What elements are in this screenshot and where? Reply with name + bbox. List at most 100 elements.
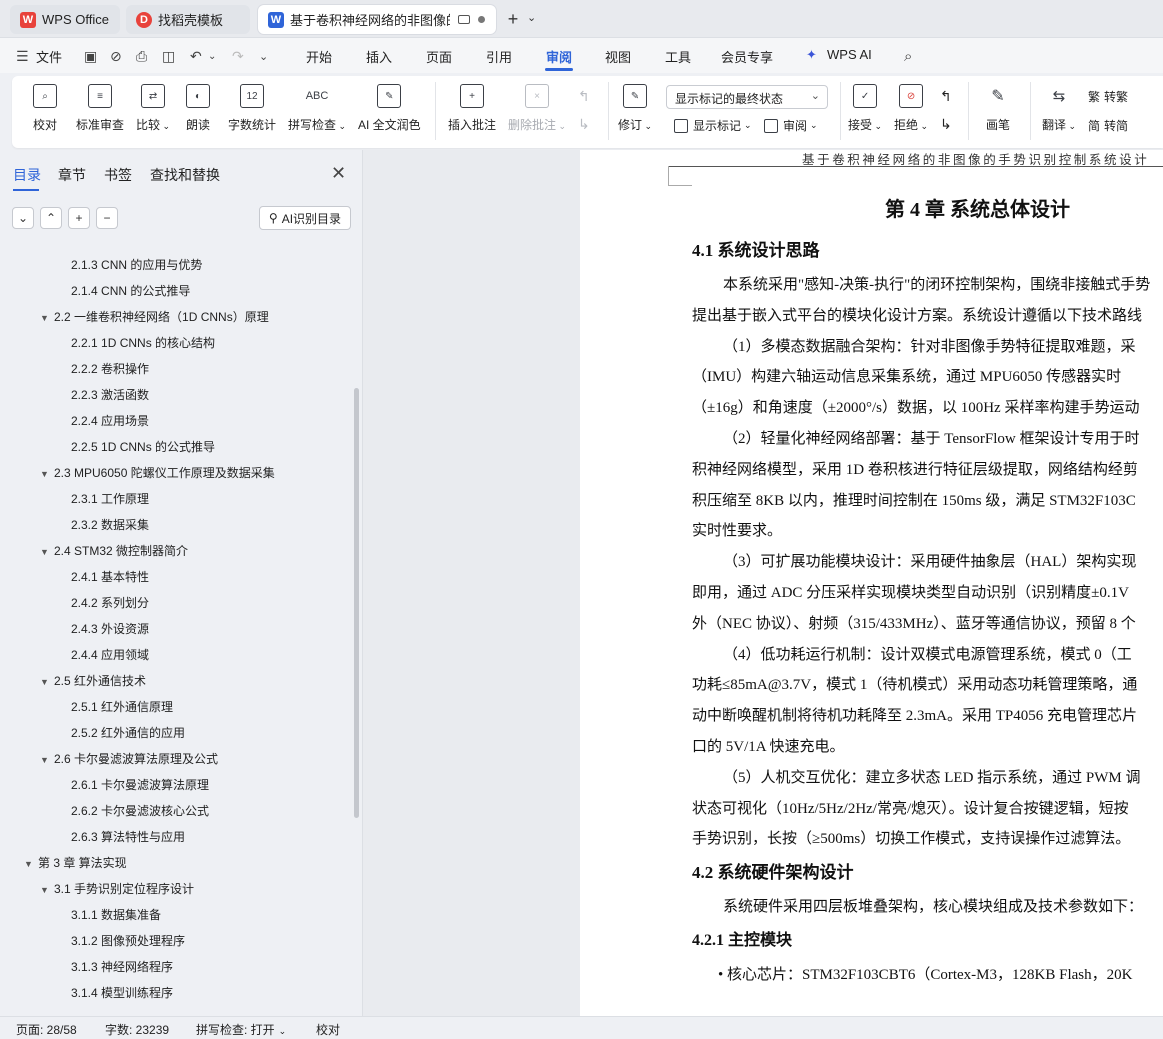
standard-review-button[interactable]: ≡ 标准审查 bbox=[76, 84, 124, 133]
toc-item[interactable]: 2.1.4 CNN 的公式推导 bbox=[71, 278, 190, 304]
document-page[interactable]: 基于卷积神经网络的非图像的手势识别控制系统设计 第 4 章 系统总体设计 4.1… bbox=[580, 150, 1163, 1016]
page-indicator[interactable]: 页面: 28/58 bbox=[16, 1021, 77, 1038]
menu-tools[interactable]: 工具 bbox=[665, 47, 691, 66]
toc-item[interactable]: 2.4.2 系列划分 bbox=[71, 590, 149, 616]
toc-item[interactable]: 3.1.4 模型训练程序 bbox=[71, 980, 173, 1006]
add-heading-button[interactable]: + bbox=[68, 207, 90, 229]
expand-caret-icon[interactable]: ▼ bbox=[40, 877, 54, 903]
link-icon[interactable]: ⊘ bbox=[110, 48, 122, 65]
toc-item[interactable]: 2.6.2 卡尔曼滤波核心公式 bbox=[71, 798, 209, 824]
toc-item[interactable]: 2.2.5 1D CNNs 的公式推导 bbox=[71, 434, 215, 460]
pen-button[interactable]: ✎ 画笔 bbox=[986, 84, 1010, 133]
toc-item[interactable]: ▼ 2.4 STM32 微控制器简介 bbox=[40, 538, 188, 564]
tab-find-replace[interactable]: 查找和替换 bbox=[150, 165, 220, 185]
markup-display-select[interactable]: 显示标记的最终状态 ⌄ bbox=[666, 85, 828, 109]
tab-toc[interactable]: 目录 bbox=[13, 165, 41, 185]
spell-check-status[interactable]: 拼写检查: 打开 ⌄ bbox=[196, 1021, 286, 1038]
delete-comment-button[interactable]: × 删除批注 ⌄ bbox=[508, 84, 566, 133]
toc-item[interactable]: 2.3.2 数据采集 bbox=[71, 512, 149, 538]
show-markup-button[interactable]: 显示标记 ⌄ bbox=[674, 117, 752, 134]
spell-check-button[interactable]: ABC 拼写检查 ⌄ bbox=[288, 84, 346, 133]
unsaved-dot-icon[interactable] bbox=[478, 16, 485, 23]
undo-icon[interactable]: ↶ bbox=[190, 48, 202, 65]
toc-item[interactable]: ▼ 2.3 MPU6050 陀螺仪工作原理及数据采集 bbox=[40, 460, 275, 486]
word-count-status[interactable]: 字数: 23239 bbox=[105, 1021, 169, 1038]
to-traditional-button[interactable]: 繁 转繁 bbox=[1088, 88, 1128, 105]
collapse-all-button[interactable]: ⌄ bbox=[12, 207, 34, 229]
read-aloud-button[interactable]: ◐ 朗读 bbox=[186, 84, 210, 133]
toc-item[interactable]: 2.2.1 1D CNNs 的核心结构 bbox=[71, 330, 215, 356]
next-comment-icon[interactable]: ↳ bbox=[578, 116, 590, 133]
menu-insert[interactable]: 插入 bbox=[366, 47, 392, 66]
word-count-button[interactable]: 12 字数统计 bbox=[228, 84, 276, 133]
toc-item[interactable]: 2.5.1 红外通信原理 bbox=[71, 694, 173, 720]
toc-item[interactable]: 2.1.3 CNN 的应用与优势 bbox=[71, 252, 202, 278]
menu-membership[interactable]: 会员专享 bbox=[721, 47, 773, 66]
next-change-icon[interactable]: ↳ bbox=[940, 116, 952, 133]
more-dropdown-icon[interactable]: ⌄ bbox=[259, 50, 268, 63]
toc-item[interactable]: 2.2.2 卷积操作 bbox=[71, 356, 149, 382]
chevron-down-icon[interactable]: ⌄ bbox=[527, 11, 536, 24]
expand-caret-icon[interactable]: ▼ bbox=[40, 539, 54, 565]
expand-caret-icon[interactable]: ▼ bbox=[40, 461, 54, 487]
toc-item[interactable]: 2.5.2 红外通信的应用 bbox=[71, 720, 185, 746]
toc-item[interactable]: 2.4.1 基本特性 bbox=[71, 564, 149, 590]
toc-item[interactable]: 2.3.1 工作原理 bbox=[71, 486, 149, 512]
toc-item[interactable]: 2.4.4 应用领域 bbox=[71, 642, 149, 668]
proofread-status[interactable]: 校对 bbox=[316, 1021, 340, 1038]
expand-caret-icon[interactable]: ▼ bbox=[40, 747, 54, 773]
tab-wps-office[interactable]: W WPS Office bbox=[10, 5, 120, 34]
tab-current-document[interactable]: W 基于卷积神经网络的非图像的 bbox=[258, 5, 496, 34]
menu-page[interactable]: 页面 bbox=[426, 47, 452, 66]
track-changes-button[interactable]: ✎ 修订 ⌄ bbox=[618, 84, 652, 133]
toc-item[interactable]: ▼ 2.2 一维卷积神经网络（1D CNNs）原理 bbox=[40, 304, 269, 330]
expand-caret-icon[interactable]: ▼ bbox=[40, 669, 54, 695]
accept-button[interactable]: ✓ 接受 ⌄ bbox=[848, 84, 882, 133]
toc-item[interactable]: ▼ 3.1 手势识别定位程序设计 bbox=[40, 876, 194, 902]
menu-view[interactable]: 视图 bbox=[605, 47, 631, 66]
translate-button[interactable]: ⇆ 翻译 ⌄ bbox=[1042, 84, 1076, 133]
hamburger-menu-icon[interactable]: ☰ bbox=[16, 48, 29, 65]
expand-caret-icon[interactable]: ▼ bbox=[24, 851, 38, 877]
previous-change-icon[interactable]: ↰ bbox=[940, 88, 952, 105]
ai-toc-button[interactable]: ⚲ AI识别目录 bbox=[259, 206, 351, 230]
reject-button[interactable]: ⊘ 拒绝 ⌄ bbox=[894, 84, 928, 133]
toc-item[interactable]: 2.6.3 算法特性与应用 bbox=[71, 824, 185, 850]
toc-item[interactable]: ▼ 2.6 卡尔曼滤波算法原理及公式 bbox=[40, 746, 218, 772]
menu-start[interactable]: 开始 bbox=[306, 47, 332, 66]
redo-icon[interactable]: ↷ bbox=[232, 48, 244, 65]
toc-item[interactable]: 2.6.1 卡尔曼滤波算法原理 bbox=[71, 772, 209, 798]
insert-comment-button[interactable]: + 插入批注 bbox=[448, 84, 496, 133]
to-simplified-button[interactable]: 简 转简 bbox=[1088, 117, 1128, 134]
expand-caret-icon[interactable]: ▼ bbox=[40, 305, 54, 331]
toc-item[interactable]: 2.4.3 外设资源 bbox=[71, 616, 149, 642]
toc-item[interactable]: 2.2.4 应用场景 bbox=[71, 408, 149, 434]
toc-item[interactable]: 3.1.3 神经网络程序 bbox=[71, 954, 173, 980]
toc-item[interactable]: 2.2.3 激活函数 bbox=[71, 382, 149, 408]
tab-bookmarks[interactable]: 书签 bbox=[104, 165, 132, 185]
print-preview-icon[interactable]: ◫ bbox=[162, 48, 175, 65]
proofread-button[interactable]: ⌕ 校对 bbox=[33, 84, 57, 133]
menu-references[interactable]: 引用 bbox=[486, 47, 512, 66]
undo-dropdown-icon[interactable]: ⌄ bbox=[208, 51, 216, 62]
expand-up-button[interactable]: ⌃ bbox=[40, 207, 62, 229]
toc-item[interactable]: ▼ 2.5 红外通信技术 bbox=[40, 668, 146, 694]
monitor-icon[interactable] bbox=[458, 15, 470, 24]
toc-item[interactable]: ▼ 第 3 章 算法实现 bbox=[24, 850, 127, 876]
toc-scrollbar[interactable] bbox=[354, 388, 359, 818]
close-icon[interactable]: ✕ bbox=[331, 163, 346, 184]
ai-polish-button[interactable]: ✎ AI 全文润色 bbox=[358, 84, 421, 133]
menu-wps-ai[interactable]: WPS AI bbox=[827, 47, 872, 62]
toc-item[interactable]: 3.1.2 图像预处理程序 bbox=[71, 928, 185, 954]
compare-button[interactable]: ⇄ 比较 ⌄ bbox=[136, 84, 170, 133]
search-icon[interactable]: ⌕ bbox=[904, 48, 912, 65]
tab-sections[interactable]: 章节 bbox=[58, 165, 86, 185]
review-pane-button[interactable]: 审阅 ⌄ bbox=[764, 117, 818, 134]
menu-review[interactable]: 审阅 bbox=[546, 47, 572, 66]
new-tab-plus-icon[interactable]: + bbox=[503, 9, 523, 30]
print-icon[interactable]: ⎙ bbox=[136, 48, 147, 65]
remove-heading-button[interactable]: − bbox=[96, 207, 118, 229]
save-icon[interactable]: ▣ bbox=[84, 48, 97, 65]
menu-file[interactable]: 文件 bbox=[36, 47, 62, 66]
tab-docer-templates[interactable]: D 找稻壳模板 bbox=[126, 5, 250, 34]
